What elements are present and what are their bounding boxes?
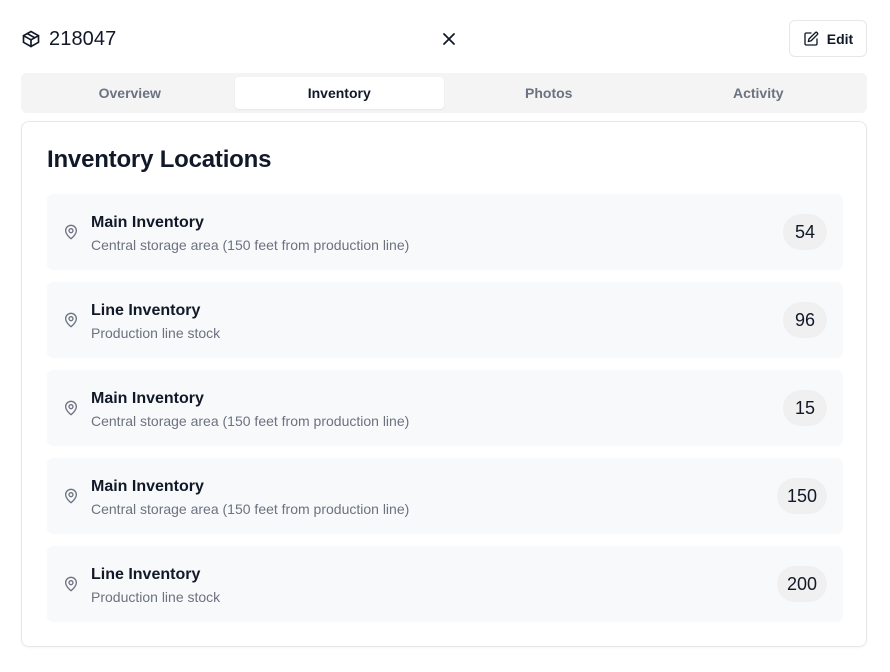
quantity-badge: 200 xyxy=(776,566,827,602)
close-button[interactable] xyxy=(439,29,459,49)
location-name: Main Inventory xyxy=(91,390,204,407)
location-name: Line Inventory xyxy=(91,302,201,319)
inventory-locations-card: Inventory Locations Main Inventory Centr… xyxy=(21,121,867,647)
location-name: Main Inventory xyxy=(91,214,204,231)
edit-button[interactable]: Edit xyxy=(789,20,867,57)
location-item: Main Inventory Central storage area (150… xyxy=(47,370,843,446)
location-description: Central storage area (150 feet from prod… xyxy=(91,501,410,517)
location-item: Line Inventory Production line stock 96 xyxy=(47,282,843,358)
location-description: Production line stock xyxy=(91,325,221,341)
location-description: Central storage area (150 feet from prod… xyxy=(91,237,410,253)
tab-activity[interactable]: Activity xyxy=(654,77,864,109)
dialog-header: 218047 Edit xyxy=(21,20,867,58)
map-pin-icon xyxy=(63,312,79,328)
tab-overview[interactable]: Overview xyxy=(25,77,235,109)
map-pin-icon xyxy=(63,224,79,240)
card-title: Inventory Locations xyxy=(47,146,272,173)
location-name: Main Inventory xyxy=(91,478,204,495)
tab-photos[interactable]: Photos xyxy=(444,77,654,109)
quantity-badge: 15 xyxy=(783,390,827,426)
location-item: Main Inventory Central storage area (150… xyxy=(47,194,843,270)
quantity-badge: 150 xyxy=(776,478,827,514)
tab-list: Overview Inventory Photos Activity xyxy=(21,73,867,113)
package-icon xyxy=(21,29,41,49)
item-id-title: 218047 xyxy=(49,27,117,50)
map-pin-icon xyxy=(63,576,79,592)
location-name: Line Inventory xyxy=(91,566,201,583)
quantity-badge: 96 xyxy=(783,302,827,338)
location-list: Main Inventory Central storage area (150… xyxy=(47,194,843,634)
map-pin-icon xyxy=(63,488,79,504)
location-description: Production line stock xyxy=(91,589,221,605)
location-item: Line Inventory Production line stock 200 xyxy=(47,546,843,622)
map-pin-icon xyxy=(63,400,79,416)
edit-button-label: Edit xyxy=(826,30,854,47)
title-group: 218047 xyxy=(21,20,116,58)
edit-icon xyxy=(803,31,819,47)
close-icon xyxy=(442,32,456,46)
quantity-badge: 54 xyxy=(783,214,827,250)
location-description: Central storage area (150 feet from prod… xyxy=(91,413,410,429)
location-item: Main Inventory Central storage area (150… xyxy=(47,458,843,534)
tab-inventory[interactable]: Inventory xyxy=(234,77,444,109)
